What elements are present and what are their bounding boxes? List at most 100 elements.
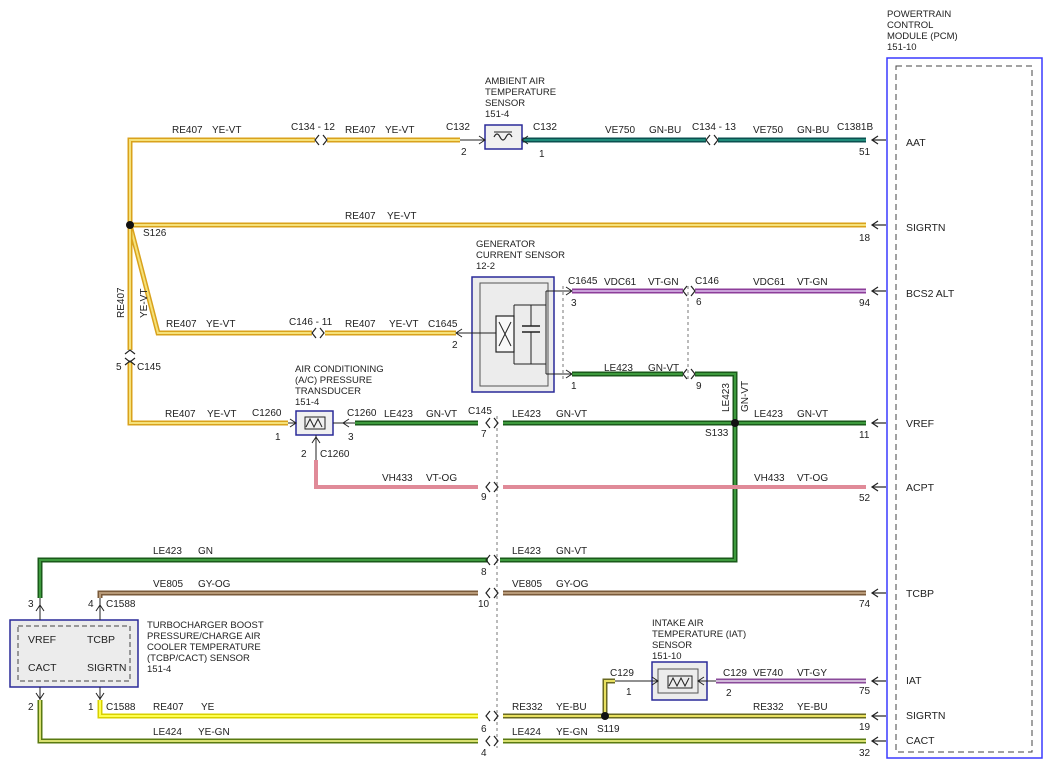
pcm-signal-tcbp: TCBP	[906, 588, 934, 600]
wire-ve805-gy-og	[97, 590, 866, 598]
ac-title-3: TRANSDUCER	[295, 386, 361, 397]
iat-title-3: SENSOR	[652, 640, 692, 651]
iat-pin-2: 2	[726, 688, 732, 699]
wire-label-re332-b: RE332	[753, 702, 784, 713]
pcm-signal-sigrtn-19: SIGRTN	[906, 710, 945, 722]
wire-label-vdc61-a: VDC61	[604, 277, 637, 288]
wire-label-re407-4: RE407	[165, 409, 196, 420]
aat-conn-right: C132	[533, 122, 557, 133]
conn-pin-c145-6: 6	[481, 724, 487, 735]
wire-label-le423-b: LE423	[384, 409, 413, 420]
ac-title-4: 151-4	[295, 397, 319, 408]
wire-label-gn-vt-d: GN-VT	[797, 409, 828, 420]
conn-pin-c145-8: 8	[481, 567, 487, 578]
splice-s133-dot	[731, 419, 739, 427]
aat-pin-right: 1	[539, 149, 545, 160]
tcbp-conn-top: C1588	[106, 599, 136, 610]
conn-pin-c145-7: 7	[481, 429, 487, 440]
tcbp-label-tcbp: TCBP	[87, 634, 115, 646]
wire-label-vt-og-a: VT-OG	[426, 473, 457, 484]
pcm-pin-11: 11	[859, 430, 870, 441]
ac-pin-2: 2	[301, 449, 307, 460]
wire-label-vt-gn-b: VT-GN	[797, 277, 828, 288]
wire-label-vh433-a: VH433	[382, 473, 413, 484]
splice-s126-dot	[126, 221, 134, 229]
wire-label-re332-a: RE332	[512, 702, 543, 713]
wire-label-ye-vt-3b: YE-VT	[389, 319, 418, 330]
wire-label-ye-vt-2: YE-VT	[387, 211, 416, 222]
wire-label-gn: GN	[198, 546, 213, 557]
wire-label-ve805-b: VE805	[512, 579, 542, 590]
aat-sensor	[460, 124, 529, 150]
wire-label-ve740: VE740	[753, 668, 783, 679]
wire-label-vt-og-b: VT-OG	[797, 473, 828, 484]
tcbp-label-cact: CACT	[28, 662, 57, 674]
aat-sensor-title-2: TEMPERATURE	[485, 87, 556, 98]
iat-conn-left: C129	[610, 668, 634, 679]
wire-label-ye-gn-b: YE-GN	[556, 727, 588, 738]
wire-label-vt-gy: VT-GY	[797, 668, 827, 679]
wire-label-gy-og-a: GY-OG	[198, 579, 231, 590]
wire-label-re407-ye: RE407	[153, 702, 184, 713]
gen-conn-c1645-left: C1645	[428, 319, 458, 330]
pcm-entry-arrows	[870, 135, 886, 746]
pcm-pin-74: 74	[859, 599, 871, 610]
pcm-title-4: 151-10	[887, 42, 917, 53]
conn-pin-c146-6: 6	[696, 297, 702, 308]
conn-label-c146-11: C146 - 11	[289, 317, 333, 328]
pcm-connector-c1381b: C1381B	[837, 122, 873, 133]
wire-label-le423-gn: LE423	[153, 546, 182, 557]
generator-current-sensor	[455, 276, 573, 393]
wire-label-le423-vertical: LE423	[721, 383, 732, 412]
wire-label-ye: YE	[201, 702, 215, 713]
wire-label-gn-vt-e: GN-VT	[556, 546, 587, 557]
wire-label-ye-vt-1b: YE-VT	[385, 125, 414, 136]
tcbp-cact-sensor	[9, 598, 139, 700]
wire-label-gy-og-b: GY-OG	[556, 579, 589, 590]
pcm-signal-vref: VREF	[906, 418, 934, 430]
wire-label-ye-vt-1a: YE-VT	[212, 125, 241, 136]
wire-label-re407-3b: RE407	[345, 319, 376, 330]
ac-conn-right: C1260	[347, 408, 377, 419]
ac-conn-left: C1260	[252, 408, 282, 419]
tcbp-pin-2: 2	[28, 702, 34, 713]
gen-pin-3: 3	[571, 298, 577, 309]
wire-label-ve805-a: VE805	[153, 579, 183, 590]
conn-pin-c145-5: 5	[116, 362, 122, 373]
pcm-pin-94: 94	[859, 298, 871, 309]
splice-label-s119: S119	[597, 724, 620, 735]
pcm-signal-iat: IAT	[906, 675, 922, 687]
tcbp-title-4: (TCBP/CACT) SENSOR	[147, 653, 250, 664]
pcm-pin-51: 51	[859, 147, 871, 158]
aat-sensor-title-3: SENSOR	[485, 98, 525, 109]
aat-sensor-title-4: 151-4	[485, 109, 509, 120]
splice-s119-dot	[601, 712, 609, 720]
iat-title-2: TEMPERATURE (IAT)	[652, 629, 746, 640]
pcm-pin-18: 18	[859, 233, 871, 244]
wire-label-re407-3a: RE407	[166, 319, 197, 330]
gen-sensor-title-1: GENERATOR	[476, 239, 535, 250]
pcm-pin-75: 75	[859, 686, 871, 697]
conn-pin-c145-4: 4	[481, 748, 487, 759]
iat-conn-right: C129	[723, 668, 747, 679]
tcbp-title-2: PRESSURE/CHARGE AIR	[147, 631, 261, 642]
ac-conn-bottom: C1260	[320, 449, 350, 460]
tcbp-title-1: TURBOCHARGER BOOST	[147, 620, 264, 631]
wire-label-vdc61-b: VDC61	[753, 277, 786, 288]
ac-pin-1: 1	[275, 432, 281, 443]
tcbp-pin-4: 4	[88, 599, 94, 610]
wire-label-vh433-b: VH433	[754, 473, 785, 484]
gen-pin-2: 2	[452, 340, 458, 351]
wire-label-le424-b: LE424	[512, 727, 541, 738]
wire-label-ye-gn-a: YE-GN	[198, 727, 230, 738]
wire-label-gn-vt-vertical: GN-VT	[740, 381, 751, 412]
aat-conn-left: C132	[446, 122, 470, 133]
tcbp-pin-3: 3	[28, 599, 34, 610]
wiring-diagram: POWERTRAIN CONTROL MODULE (PCM) 151-10 A…	[9, 9, 1043, 759]
wire-label-gn-vt-c: GN-VT	[556, 409, 587, 420]
wire-label-re407-vertical: RE407	[116, 287, 127, 318]
conn-label-c134-12: C134 - 12	[291, 122, 335, 133]
wire-label-ve750-a: VE750	[605, 125, 635, 136]
wire-label-gn-bu-b: GN-BU	[797, 125, 829, 136]
pcm-signal-sigrtn-18: SIGRTN	[906, 222, 945, 234]
